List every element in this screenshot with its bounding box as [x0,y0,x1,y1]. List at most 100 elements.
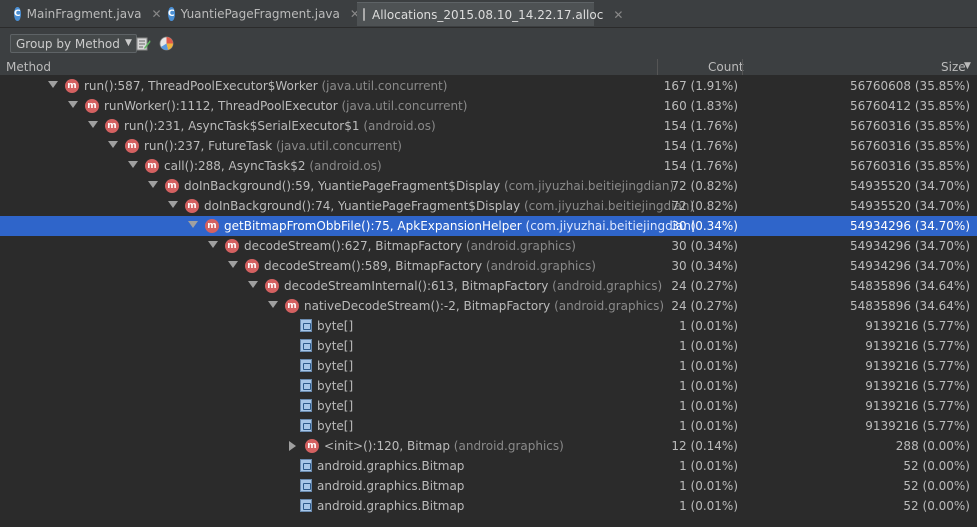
size-value: 9139216 (5.77%) [865,399,970,413]
size-value: 288 (0.00%) [895,439,970,453]
alloc-file-icon [363,8,365,21]
method-name: call():288, AsyncTask$2 [164,159,306,173]
expanded-arrow-icon[interactable] [128,161,138,168]
class-icon [300,499,312,512]
method-label: decodeStream():589, BitmapFactory (andro… [264,259,596,273]
method-name: android.graphics.Bitmap [317,499,465,513]
method-label: android.graphics.Bitmap [317,459,464,473]
method-label: run():237, FutureTask (java.util.concurr… [144,139,402,153]
method-name: decodeStream():627, BitmapFactory [244,239,463,253]
class-icon [300,359,312,372]
method-icon: m [125,139,139,153]
method-icon: m [65,79,79,93]
tab-allocations-file[interactable]: Allocations_2015.08.10_14.22.17.alloc ✕ [357,2,623,26]
method-label: runWorker():1112, ThreadPoolExecutor (ja… [104,99,467,113]
tree-row[interactable]: byte[] 1 (0.01%) 9139216 (5.77%) [0,316,977,336]
method-label: android.graphics.Bitmap [317,479,464,493]
java-class-icon: C [168,7,175,21]
pie-chart-icon[interactable] [159,36,174,51]
method-icon: m [85,99,99,113]
tree-row[interactable]: byte[] 1 (0.01%) 9139216 (5.77%) [0,416,977,436]
class-icon [300,379,312,392]
method-name: byte[] [317,399,354,413]
count-value: 12 (0.14%) [671,439,738,453]
method-label: byte[] [317,339,353,353]
method-icon: m [145,159,159,173]
allocation-tree[interactable]: m run():587, ThreadPoolExecutor$Worker (j… [0,76,977,527]
size-value: 54835896 (34.64%) [849,279,970,293]
method-name: nativeDecodeStream():-2, BitmapFactory [304,299,551,313]
tree-row[interactable]: m decodeStreamInternal():613, BitmapFacto… [0,276,977,296]
expanded-arrow-icon[interactable] [168,201,178,208]
count-column-header[interactable]: Count [708,60,744,74]
group-by-dropdown[interactable]: Group by Method ▼ [10,34,137,53]
method-icon: m [105,119,119,133]
method-column-header[interactable]: Method [6,60,51,74]
tree-row[interactable]: m decodeStream():589, BitmapFactory (andr… [0,256,977,276]
expanded-arrow-icon[interactable] [188,221,198,228]
tree-row[interactable]: m runWorker():1112, ThreadPoolExecutor (j… [0,96,977,116]
tab-yuantie-page-fragment[interactable]: C YuantiePageFragment.java ✕ [162,2,360,26]
method-name: doInBackground():59, YuantiePageFragment… [184,179,501,193]
tree-row[interactable]: android.graphics.Bitmap 1 (0.01%) 52 (0.00… [0,476,977,496]
package-name: (android.graphics) [453,439,564,453]
edit-source-icon[interactable] [136,36,151,51]
tree-row[interactable]: m doInBackground():59, YuantiePageFragmen… [0,176,977,196]
close-icon[interactable]: ✕ [613,8,623,22]
size-value: 9139216 (5.77%) [865,339,970,353]
method-label: byte[] [317,319,353,333]
method-name: <init>():120, Bitmap [324,439,450,453]
tree-row[interactable]: m getBitmapFromObbFile():75, ApkExpansion… [0,216,977,236]
package-name: (android.graphics) [465,239,576,253]
close-icon[interactable]: ✕ [152,7,162,21]
tree-row[interactable]: m <init>():120, Bitmap (android.graphics)… [0,436,977,456]
size-column-header[interactable]: Size [941,60,966,74]
tab-main-fragment[interactable]: C MainFragment.java ✕ [8,2,162,26]
method-icon: m [205,219,219,233]
tree-row[interactable]: m run():231, AsyncTask$SerialExecutor$1 (… [0,116,977,136]
tree-row[interactable]: byte[] 1 (0.01%) 9139216 (5.77%) [0,396,977,416]
count-value: 154 (1.76%) [663,159,738,173]
size-value: 56760316 (35.85%) [849,119,970,133]
expanded-arrow-icon[interactable] [248,281,258,288]
sort-descending-icon[interactable]: ▼ [964,61,971,71]
expanded-arrow-icon[interactable] [48,81,58,88]
tree-row[interactable]: byte[] 1 (0.01%) 9139216 (5.77%) [0,336,977,356]
expanded-arrow-icon[interactable] [228,261,238,268]
tree-row[interactable]: android.graphics.Bitmap 1 (0.01%) 52 (0.00… [0,456,977,476]
class-icon [300,339,312,352]
tree-row[interactable]: m run():237, FutureTask (java.util.concur… [0,136,977,156]
tree-row[interactable]: byte[] 1 (0.01%) 9139216 (5.77%) [0,356,977,376]
count-value: 160 (1.83%) [663,99,738,113]
size-value: 56760412 (35.85%) [849,99,970,113]
expanded-arrow-icon[interactable] [268,301,278,308]
tree-row[interactable]: m doInBackground():74, YuantiePageFragmen… [0,196,977,216]
tree-row[interactable]: m decodeStream():627, BitmapFactory (andr… [0,236,977,256]
class-icon [300,319,312,332]
expanded-arrow-icon[interactable] [208,241,218,248]
expanded-arrow-icon[interactable] [148,181,158,188]
method-name: doInBackground():74, YuantiePageFragment… [204,199,521,213]
size-value: 56760316 (35.85%) [849,159,970,173]
method-name: byte[] [317,319,354,333]
tree-row[interactable]: m run():587, ThreadPoolExecutor$Worker (j… [0,76,977,96]
tab-label: MainFragment.java [26,7,142,21]
count-value: 1 (0.01%) [679,419,738,433]
expanded-arrow-icon[interactable] [88,121,98,128]
tree-row[interactable]: byte[] 1 (0.01%) 9139216 (5.77%) [0,376,977,396]
editor-tab-bar: C MainFragment.java ✕ C YuantiePageFragm… [0,0,977,28]
tree-row[interactable]: m call():288, AsyncTask$2 (android.os) 154… [0,156,977,176]
java-class-icon: C [14,7,21,21]
tree-row[interactable]: m nativeDecodeStream():-2, BitmapFactory … [0,296,977,316]
tree-row[interactable]: android.graphics.Bitmap 1 (0.01%) 52 (0.00… [0,496,977,516]
count-value: 154 (1.76%) [663,139,738,153]
expanded-arrow-icon[interactable] [108,141,118,148]
method-icon: m [285,299,299,313]
method-name: byte[] [317,379,354,393]
size-value: 54934296 (34.70%) [849,259,970,273]
size-value: 54934296 (34.70%) [849,219,970,233]
count-value: 1 (0.01%) [679,339,738,353]
collapsed-arrow-icon[interactable] [289,441,296,451]
expanded-arrow-icon[interactable] [68,101,78,108]
size-value: 54835896 (34.64%) [849,299,970,313]
